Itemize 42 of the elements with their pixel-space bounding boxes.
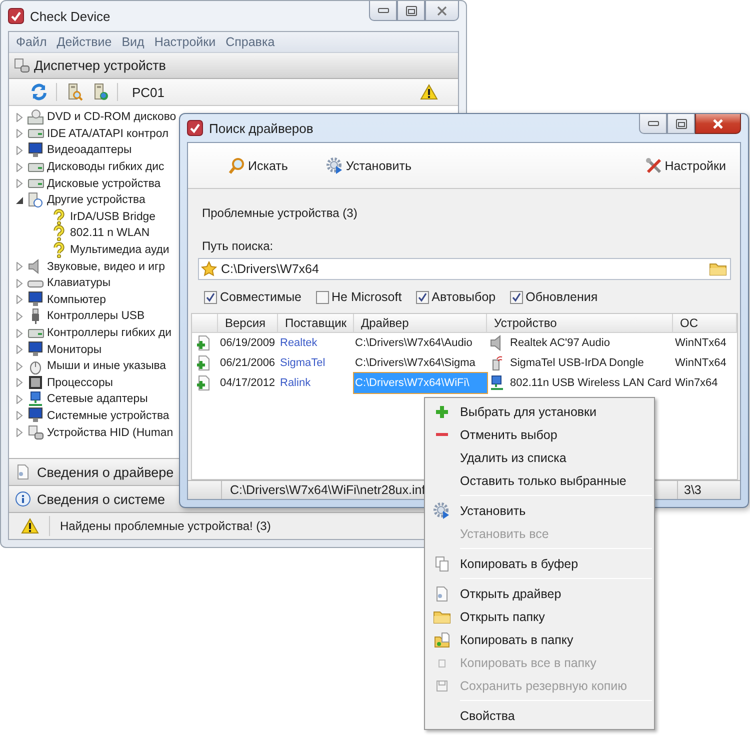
window-title: Check Device	[30, 8, 110, 24]
table-cell-text: 06/21/2006	[219, 356, 276, 371]
tree-item: IDE ATA/ATAPI контрол	[47, 128, 169, 140]
tree-item: Звуковые, видео и игр	[47, 260, 165, 273]
tree-item: Контроллеры USB	[47, 310, 145, 322]
table-cell-text: WinNTx64	[674, 336, 728, 351]
tree-item: Мультимедиа ауди	[70, 244, 170, 256]
tree-item: Контроллеры гибких ди	[47, 327, 172, 340]
tree-item: Другие устройства	[47, 194, 146, 206]
checkbox-label: Обновления	[526, 290, 598, 304]
table-cell-text: Win7x64	[674, 376, 719, 391]
tree-item: Клавиатуры	[47, 277, 111, 290]
checkbox-label: Автовыбор	[432, 290, 496, 304]
tree-item: Системные устройства	[47, 410, 170, 422]
table-cell-text: 04/17/2012	[219, 376, 276, 391]
tree-item: DVD и CD-ROM дисково	[47, 111, 176, 124]
tree-item: Дисковые устройства	[47, 178, 161, 190]
tree-item: Видеоадаптеры	[47, 144, 132, 156]
tree-item: Мыши и иные указыва	[47, 360, 166, 372]
checkbox-label: Совместимые	[220, 290, 302, 304]
panel-title: Диспетчер устройств	[34, 58, 166, 73]
tree-item: Процессоры	[47, 376, 113, 389]
table-cell: 802.11n USB Wireless LAN Card	[510, 377, 672, 389]
status-count: 3\3	[684, 483, 702, 497]
tree-item: Сетевые адаптеры	[47, 393, 148, 406]
tree-item: Дисководы гибких дис	[47, 161, 164, 174]
window-title: Поиск драйверов	[209, 120, 314, 136]
status-text: Найдены проблемные устройства! (3)	[60, 519, 271, 533]
table-cell: SigmaTel USB-IrDA Dongle	[510, 357, 644, 369]
computer-name: PC01	[132, 84, 166, 100]
table-cell: Realtek AC'97 Audio	[510, 337, 610, 349]
status-text: C:\Drivers\W7x64\WiFi\netr28ux.inf	[230, 483, 426, 497]
tree-item: IrDA/USB Bridge	[70, 210, 156, 223]
table-cell-text: 06/19/2009	[219, 336, 276, 351]
tree-item: Устройства HID (Human	[47, 426, 174, 439]
table-cell-text: WinNTx64	[674, 356, 728, 371]
tree-item: 802.11 n WLAN	[70, 227, 150, 240]
tree-item: Компьютер	[47, 294, 106, 306]
field-label: Путь поиска:	[202, 239, 274, 255]
tree-item: Мониторы	[47, 344, 102, 356]
summary-text: Проблемные устройства (3)	[202, 206, 358, 222]
checkbox-label: Не Microsoft	[332, 290, 402, 304]
